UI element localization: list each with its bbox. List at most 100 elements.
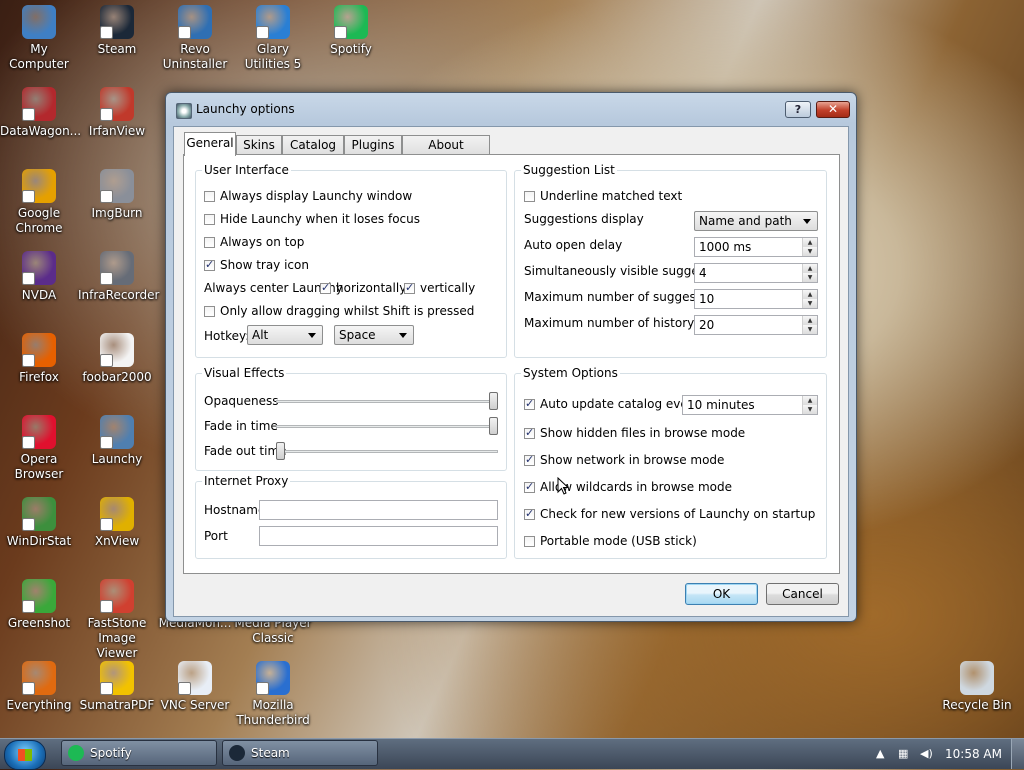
show-desktop-button[interactable] <box>1011 739 1024 769</box>
desktop-icon-datawagon[interactable]: DataWagon... <box>0 87 81 139</box>
help-button[interactable]: ? <box>785 101 811 118</box>
vertically-checkbox[interactable]: vertically <box>404 281 475 295</box>
desktop-icon-computer[interactable]: My Computer <box>0 5 78 72</box>
checkbox-box[interactable] <box>404 281 415 294</box>
desktop-icon-opera[interactable]: Opera Browser <box>0 415 78 482</box>
always-on-top-checkbox[interactable]: Always on top <box>204 235 304 249</box>
hostname-input[interactable] <box>259 500 498 520</box>
spin-up-icon[interactable]: ▲ <box>802 290 817 299</box>
tab-skins[interactable]: Skins <box>236 135 282 155</box>
cancel-button[interactable]: Cancel <box>766 583 839 605</box>
title-bar[interactable]: Launchy options ? ✕ <box>166 93 856 127</box>
volume-icon[interactable]: ◀) <box>920 748 933 760</box>
desktop-icon-recycle-bin[interactable]: Recycle Bin <box>938 661 1016 713</box>
checkbox-box[interactable] <box>524 507 535 520</box>
start-button[interactable] <box>4 740 46 770</box>
spin-up-icon[interactable]: ▲ <box>802 238 817 247</box>
spin-down-icon[interactable]: ▼ <box>802 405 817 414</box>
desktop-icon-glary-utilities[interactable]: Glary Utilities 5 <box>234 5 312 72</box>
spin-down-icon[interactable]: ▼ <box>802 273 817 282</box>
opaqueness-slider[interactable] <box>276 400 498 403</box>
tab-general[interactable]: General <box>184 132 236 156</box>
desktop-icon-infrarecorder[interactable]: InfraRecorder <box>78 251 159 303</box>
show-network-checkbox[interactable]: Show network in browse mode <box>524 453 724 467</box>
check-new-versions-checkbox[interactable]: Check for new versions of Launchy on sta… <box>524 507 815 521</box>
close-button[interactable]: ✕ <box>816 101 850 118</box>
desktop-icon-chrome[interactable]: Google Chrome <box>0 169 78 236</box>
desktop-icon-label: FastStone Image Viewer <box>87 616 147 660</box>
visible-suggestions-spinbox[interactable]: 4 ▲ ▼ <box>694 263 818 283</box>
desktop-icon-sumatrapdf[interactable]: SumatraPDF <box>78 661 156 713</box>
max-history-spinbox[interactable]: 20 ▲ ▼ <box>694 315 818 335</box>
checkbox-label: Portable mode (USB stick) <box>540 534 697 548</box>
checkbox-box[interactable] <box>524 536 535 547</box>
desktop-icon-firefox[interactable]: Firefox <box>0 333 78 385</box>
desktop-icon-irfanview[interactable]: IrfanView <box>78 87 156 139</box>
max-suggestions-spinbox[interactable]: 10 ▲ ▼ <box>694 289 818 309</box>
desktop-icon-launchy[interactable]: Launchy <box>78 415 156 467</box>
ok-button[interactable]: OK <box>685 583 758 605</box>
desktop-icon-imgburn[interactable]: ImgBurn <box>78 169 156 221</box>
port-input[interactable] <box>259 526 498 546</box>
spin-up-icon[interactable]: ▲ <box>802 396 817 405</box>
checkbox-box[interactable] <box>320 281 331 294</box>
desktop-icon-everything[interactable]: Everything <box>0 661 78 713</box>
spin-down-icon[interactable]: ▼ <box>802 299 817 308</box>
taskbar-button-spotify[interactable]: Spotify <box>61 740 217 766</box>
checkbox-box[interactable] <box>204 306 215 317</box>
horizontally-checkbox[interactable]: horizontally <box>320 281 406 295</box>
underline-matched-checkbox[interactable]: Underline matched text <box>524 189 682 203</box>
auto-update-catalog-checkbox[interactable]: Auto update catalog every <box>524 397 700 411</box>
network-icon[interactable]: ▦ <box>898 748 910 760</box>
fade-in-slider[interactable] <box>276 425 498 428</box>
fade-out-slider[interactable] <box>276 450 498 453</box>
fade-out-slider-thumb[interactable] <box>276 442 285 460</box>
checkbox-box[interactable] <box>204 214 215 225</box>
auto-update-interval-spinbox[interactable]: 10 minutes ▲ ▼ <box>682 395 818 415</box>
allow-wildcards-checkbox[interactable]: Allow wildcards in browse mode <box>524 480 732 494</box>
auto-open-delay-spinbox[interactable]: 1000 ms ▲ ▼ <box>694 237 818 257</box>
drag-shift-checkbox[interactable]: Only allow dragging whilst Shift is pres… <box>204 304 474 318</box>
spin-up-icon[interactable]: ▲ <box>802 264 817 273</box>
hide-focus-checkbox[interactable]: Hide Launchy when it loses focus <box>204 212 420 226</box>
desktop-icon-greenshot[interactable]: Greenshot <box>0 579 78 631</box>
spin-down-icon[interactable]: ▼ <box>802 247 817 256</box>
show-hidden-icons-icon[interactable]: ▲ <box>876 748 888 760</box>
desktop-icon-steam[interactable]: Steam <box>78 5 156 57</box>
checkbox-box[interactable] <box>524 453 535 466</box>
checkbox-box[interactable] <box>524 426 535 439</box>
checkbox-box[interactable] <box>204 191 215 202</box>
fade-in-slider-thumb[interactable] <box>489 417 498 435</box>
desktop-icon-foobar2000[interactable]: foobar2000 <box>78 333 156 385</box>
desktop-icon-windirstat[interactable]: WinDirStat <box>0 497 78 549</box>
desktop-icon-revo-uninstaller[interactable]: Revo Uninstaller <box>156 5 234 72</box>
desktop-icon-spotify[interactable]: Spotify <box>312 5 390 57</box>
checkbox-box[interactable] <box>524 480 535 493</box>
checkbox-box[interactable] <box>204 237 215 248</box>
desktop-icon-faststone[interactable]: FastStone Image Viewer <box>78 579 156 661</box>
clock[interactable]: 10:58 AM <box>945 747 1002 761</box>
spin-down-icon[interactable]: ▼ <box>802 325 817 334</box>
desktop-icon-thunderbird[interactable]: Mozilla Thunderbird <box>234 661 312 728</box>
taskbar-button-steam[interactable]: Steam <box>222 740 378 766</box>
tab-about-launchy[interactable]: About Launchy <box>402 135 490 171</box>
checkbox-box[interactable] <box>204 258 215 271</box>
show-tray-icon-checkbox[interactable]: Show tray icon <box>204 258 309 272</box>
hotkey-modifier-dropdown[interactable]: Alt <box>247 325 323 345</box>
desktop-icon-vnc-server[interactable]: VNC Server <box>156 661 234 713</box>
show-hidden-files-checkbox[interactable]: Show hidden files in browse mode <box>524 426 745 440</box>
opaqueness-slider-thumb[interactable] <box>489 392 498 410</box>
hotkey-key-dropdown[interactable]: Space <box>334 325 414 345</box>
tab-plugins[interactable]: Plugins <box>344 135 402 155</box>
suggestions-display-dropdown[interactable]: Name and path <box>694 211 818 231</box>
desktop-icon-nvda[interactable]: NVDA <box>0 251 78 303</box>
checkbox-box[interactable] <box>524 191 535 202</box>
spin-up-icon[interactable]: ▲ <box>802 316 817 325</box>
system-options-group: System Options Auto update catalog every… <box>514 366 827 559</box>
portable-mode-checkbox[interactable]: Portable mode (USB stick) <box>524 534 697 548</box>
desktop-icon-xnview[interactable]: XnView <box>78 497 156 549</box>
always-display-checkbox[interactable]: Always display Launchy window <box>204 189 412 203</box>
tab-catalog[interactable]: Catalog <box>282 135 344 155</box>
desktop-icon-label: Steam <box>97 42 137 56</box>
checkbox-box[interactable] <box>524 397 535 410</box>
